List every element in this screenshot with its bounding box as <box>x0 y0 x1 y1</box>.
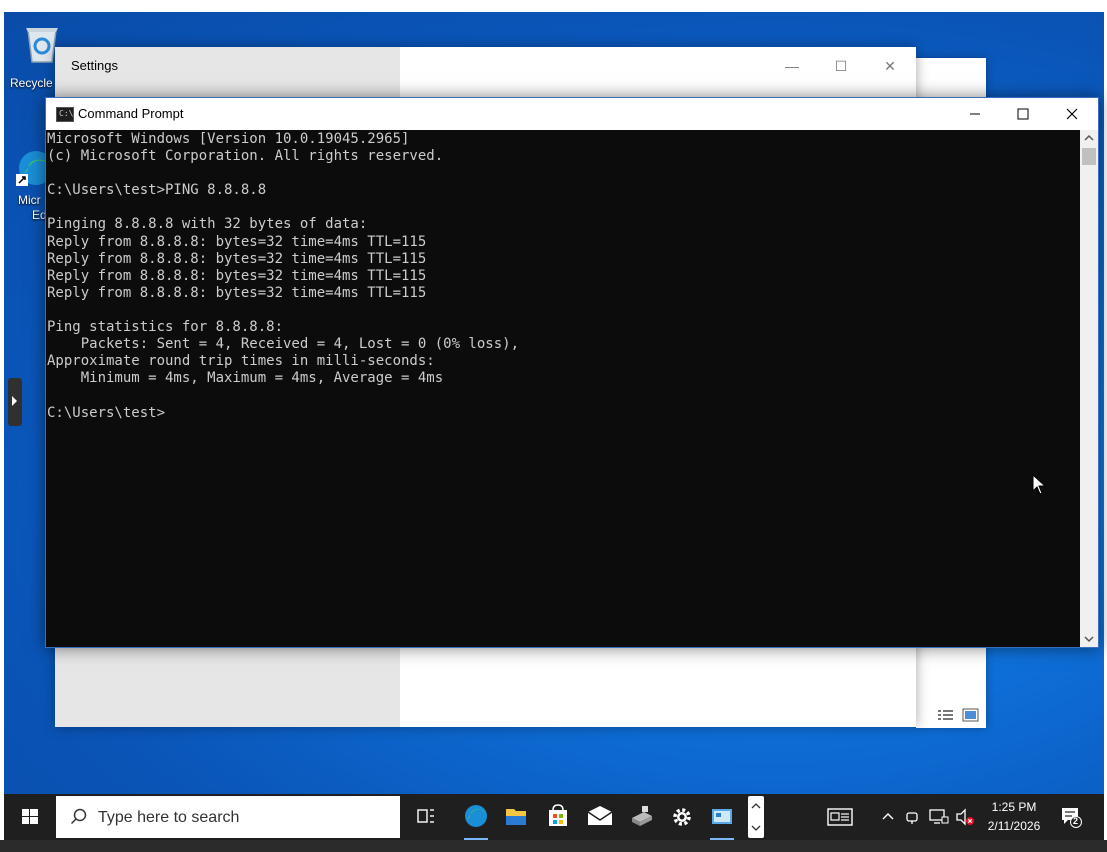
taskbar-edge-button[interactable] <box>456 794 496 840</box>
command-prompt-window[interactable]: C:\ Command Prompt Microsoft Windows [Ve… <box>45 97 1099 648</box>
console-line: (c) Microsoft Corporation. All rights re… <box>47 148 444 165</box>
search-icon <box>70 808 87 825</box>
settings-window-title: Settings <box>71 58 118 73</box>
taskbar-store-button[interactable] <box>538 794 578 840</box>
notification-count-badge: 2 <box>1073 816 1079 826</box>
cmd-minimize-button[interactable] <box>950 98 1000 130</box>
cmd-window-title: Command Prompt <box>78 106 184 121</box>
console-line: Ping statistics for 8.8.8.8: <box>47 319 284 336</box>
side-panel-handle[interactable] <box>8 378 22 426</box>
view-mode-icons[interactable] <box>936 706 980 724</box>
taskbar: Type here to search 1:25 PM 2/11/2026 2 <box>4 794 1104 840</box>
console-line: Pinging 8.8.8.8 with 32 bytes of data: <box>47 216 368 233</box>
cmd-app-icon: C:\ <box>56 107 74 122</box>
expand-arrow-icon <box>12 396 17 406</box>
taskbar-search-box[interactable]: Type here to search <box>56 796 400 838</box>
taskbar-clock[interactable]: 1:25 PM 2/11/2026 <box>984 798 1044 836</box>
chevron-updown-icon <box>751 803 761 831</box>
console-line: C:\Users\test>PING 8.8.8.8 <box>47 182 267 199</box>
edge-label-line1: Micr <box>18 193 41 207</box>
settings-minimize-button[interactable]: — <box>769 53 815 79</box>
folder-icon <box>506 809 526 825</box>
notification-icon <box>1062 808 1082 828</box>
bottom-bezel <box>0 840 1107 852</box>
news-widget-icon[interactable] <box>826 806 854 828</box>
show-hidden-icons-chevron-icon[interactable] <box>880 808 896 826</box>
console-line: Packets: Sent = 4, Received = 4, Lost = … <box>47 336 520 353</box>
settings-close-button[interactable]: ✕ <box>867 53 913 79</box>
start-button[interactable] <box>4 794 56 840</box>
task-view-button[interactable] <box>406 794 446 840</box>
cmd-titlebar[interactable]: C:\ Command Prompt <box>46 98 1098 130</box>
taskbar-overflow-scroller[interactable] <box>748 796 764 838</box>
details-view-icon <box>938 710 953 720</box>
notification-center-button[interactable]: 2 <box>1060 806 1082 828</box>
clock-time: 1:25 PM <box>991 800 1037 814</box>
console-line: Approximate round trip times in milli-se… <box>47 353 435 370</box>
console-line: Reply from 8.8.8.8: bytes=32 time=4ms TT… <box>47 267 427 284</box>
volume-muted-icon[interactable] <box>954 807 976 827</box>
console-line: C:\Users\test> <box>47 404 166 421</box>
gear-icon <box>673 808 691 826</box>
console-line: Reply from 8.8.8.8: bytes=32 time=4ms TT… <box>47 233 427 250</box>
scroll-thumb[interactable] <box>1082 148 1096 165</box>
clock-date: 2/11/2026 <box>987 819 1041 833</box>
cmd-vertical-scrollbar[interactable] <box>1080 130 1098 647</box>
console-output[interactable]: Microsoft Windows [Version 10.0.19045.29… <box>46 130 1080 647</box>
taskbar-network-app-button[interactable] <box>622 794 662 840</box>
taskbar-file-explorer-button[interactable] <box>496 794 536 840</box>
scroll-up-arrow-icon[interactable] <box>1080 130 1098 147</box>
mouse-cursor-icon <box>1032 474 1047 495</box>
windows-logo-icon <box>22 809 38 824</box>
search-placeholder: Type here to search <box>98 809 240 826</box>
recycle-bin-label: Recycle <box>10 76 53 90</box>
taskbar-mail-button[interactable] <box>580 794 620 840</box>
cmd-close-button[interactable] <box>1047 98 1097 130</box>
console-line: Reply from 8.8.8.8: bytes=32 time=4ms TT… <box>47 284 427 301</box>
edge-icon <box>465 805 487 827</box>
console-line: Microsoft Windows [Version 10.0.19045.29… <box>47 131 410 147</box>
cmd-maximize-button[interactable] <box>998 98 1048 130</box>
taskbar-settings-button[interactable] <box>662 794 702 840</box>
large-icons-view-icon <box>962 708 979 722</box>
network-app-icon <box>632 806 652 826</box>
taskbar-remote-desktop-button[interactable] <box>702 794 742 840</box>
network-icon[interactable] <box>928 808 950 826</box>
console-line: Minimum = 4ms, Maximum = 4ms, Average = … <box>47 370 444 387</box>
remote-desktop-icon <box>712 809 732 824</box>
console-line: Reply from 8.8.8.8: bytes=32 time=4ms TT… <box>47 250 427 267</box>
store-bag-icon <box>549 804 567 826</box>
meet-now-icon[interactable] <box>904 808 922 826</box>
mail-icon <box>587 806 613 825</box>
task-view-icon <box>417 809 434 823</box>
scroll-down-arrow-icon[interactable] <box>1080 630 1098 647</box>
settings-maximize-button[interactable]: ☐ <box>818 53 864 79</box>
